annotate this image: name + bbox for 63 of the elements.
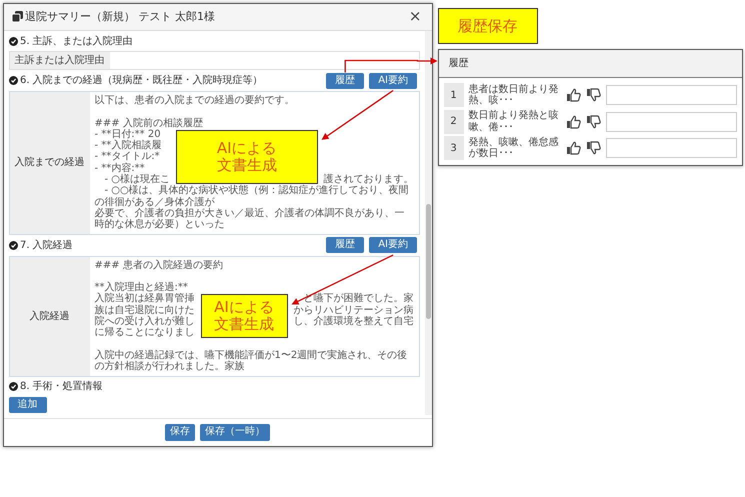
history-text[interactable]: 数日前より発熱と咳嗽、倦･･･ [468,110,560,133]
thumbs-down-icon[interactable] [586,140,600,156]
check-circle-icon [8,76,18,85]
text-line: と嚥下が困難でした。家 [304,293,414,304]
dialog-title: 退院サマリー（新規） テスト 太郎1様 [25,8,215,24]
save-draft-button[interactable]: 保存（一時） [200,424,270,441]
text-line: 族は自宅退院に向けた [94,304,194,316]
comment-field[interactable] [606,85,736,105]
check-circle-icon [8,382,18,392]
thumbs-up-icon[interactable] [566,87,580,103]
text-line: - ○様は現在こ [104,174,170,186]
thumbs-down-icon[interactable] [586,114,600,130]
callout-text: AIによる [214,298,274,316]
text-line: ### 患者の入院経過の要約 [94,260,224,271]
text-line: - **入院相談履 [94,140,162,152]
text-line: 護されております。 [324,174,414,186]
close-button[interactable]: × [406,9,424,24]
row-number: 1 [444,83,464,107]
section-label: 5. 主訴、または入院理由 [20,34,133,48]
callout-text: 文書生成 [214,316,274,334]
history-text[interactable]: 患者は数日前より発熱、咳･･･ [468,84,560,106]
callout-text: AIによる [216,140,277,158]
comment-field[interactable] [606,138,736,158]
check-circle-icon [8,240,18,250]
text-line: 以下は、患者の入院までの経過の要約です。 [94,95,296,106]
row-number: 3 [444,136,464,160]
text-line: - **日付:** 20 [94,128,161,140]
check-circle-icon [8,36,18,46]
ai-summary-button[interactable]: AI要約 [369,237,417,254]
callout: 履歴保存 [438,8,538,44]
history-button[interactable]: 履歴 [326,72,364,88]
text-line: 入院当初は経鼻胃管挿 [94,293,194,304]
field-label: 入院経過 [10,256,90,376]
arrow [322,90,394,140]
row-number: 2 [444,110,464,134]
text-line: 院への受け入れが難し [94,316,194,328]
text-line: 入院中の経過記録では、嚥下機能評価が1〜2週間で実施され、その後の方針相談が行われました。家族 [94,350,408,373]
text-line: ### 入院前の相談履歴 [94,118,204,129]
panel-title: 履歴 [438,50,742,78]
history-text[interactable]: 発熱、咳嗽、倦怠感が数日･･･ [468,136,560,160]
section-label: 8. 手術・処置情報 [20,380,103,394]
section-label: 6. 入院までの経過（現病歴・既往歴・入院時現症等） [20,74,263,88]
history-button[interactable]: 履歴 [326,237,364,254]
section-label: 7. 入院経過 [20,238,73,253]
thumbs-down-icon[interactable] [586,87,600,103]
add-button[interactable]: 追加 [8,396,46,413]
ai-summary-button[interactable]: AI要約 [369,72,417,88]
text-line: - **内容:** [94,162,145,174]
thumbs-up-icon[interactable] [566,140,580,156]
save-button[interactable]: 保存 [165,424,195,441]
comment-field[interactable] [606,112,736,132]
text-line: からリハビリテーション病 [294,304,414,316]
document-icon [12,11,22,22]
scrollbar[interactable] [424,31,432,416]
callout-text: 文書生成 [216,157,277,174]
text-line: し、介護環境を整えて自宅 [294,316,414,328]
field-label: 入院までの経過 [10,92,90,234]
text-line: - **タイトル:* [94,151,160,162]
text-line: 必要で、介護者の負担が大きい／最近、介護者の体調不良があり、一時的な休息が必要）といった [94,208,406,231]
text-line: - ○○様は、具体的な病状や状態（例：認知症が進行しており、夜間の徘徊がある／身体介護が [94,185,410,208]
text-line: **入院理由と経過:** [94,282,188,294]
text-line: に帰ることになりまし [94,327,194,339]
thumbs-up-icon[interactable] [566,114,580,130]
